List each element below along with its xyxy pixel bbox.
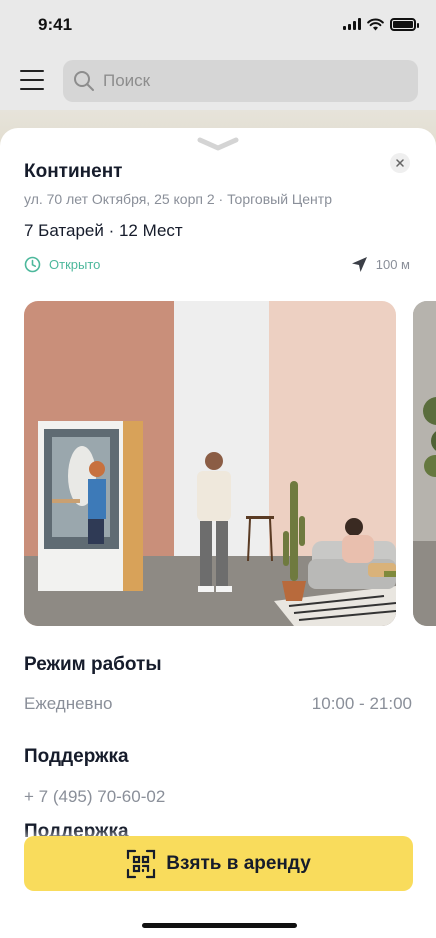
- search-bar[interactable]: [63, 60, 418, 102]
- photo-gallery[interactable]: [24, 301, 436, 626]
- open-status: Открыто: [24, 256, 100, 273]
- close-button[interactable]: [390, 153, 410, 173]
- gallery-photo[interactable]: [24, 301, 396, 626]
- rent-button-label: Взять в аренду: [166, 852, 311, 874]
- home-indicator: [142, 923, 297, 928]
- place-bottom-sheet: Континент ул. 70 лет Октября, 25 корп 2 …: [0, 128, 436, 938]
- gallery-next-photo[interactable]: [413, 301, 436, 626]
- chevron-down-icon[interactable]: [197, 136, 239, 152]
- signal-icon: [343, 18, 361, 30]
- close-icon: [396, 159, 404, 167]
- distance-text: 100 м: [375, 257, 410, 272]
- search-input[interactable]: [103, 71, 383, 91]
- gallery-next-photo-image: [413, 301, 436, 626]
- place-stats: 7 Батарей · 12 Мест: [24, 221, 183, 240]
- search-icon: [74, 71, 94, 91]
- place-title: Континент: [24, 161, 123, 182]
- status-time: 9:41: [38, 15, 73, 34]
- schedule-hours: 10:00 - 21:00: [311, 694, 412, 713]
- schedule-title: Режим работы: [24, 654, 162, 675]
- rent-button[interactable]: Взять в аренду: [24, 836, 413, 891]
- qr-code-icon: [127, 849, 156, 878]
- top-bar: [0, 58, 436, 104]
- clock-icon: [24, 256, 41, 273]
- support-title: Поддержка: [24, 746, 129, 767]
- battery-icon: [390, 17, 419, 31]
- wifi-icon: [367, 18, 384, 30]
- distance-info: 100 м: [351, 256, 410, 273]
- open-status-text: Открыто: [49, 257, 101, 272]
- place-address: ул. 70 лет Октября, 25 корп 2 · Торговый…: [24, 191, 332, 207]
- menu-icon[interactable]: [20, 70, 44, 90]
- location-arrow-icon: [351, 257, 367, 272]
- schedule-label: Ежедневно: [24, 694, 113, 713]
- status-icons: [343, 17, 419, 31]
- status-bar: 9:41: [0, 0, 436, 50]
- gallery-photo-image: [24, 301, 396, 626]
- support-phone[interactable]: + 7 (495) 70-60-02: [24, 787, 165, 807]
